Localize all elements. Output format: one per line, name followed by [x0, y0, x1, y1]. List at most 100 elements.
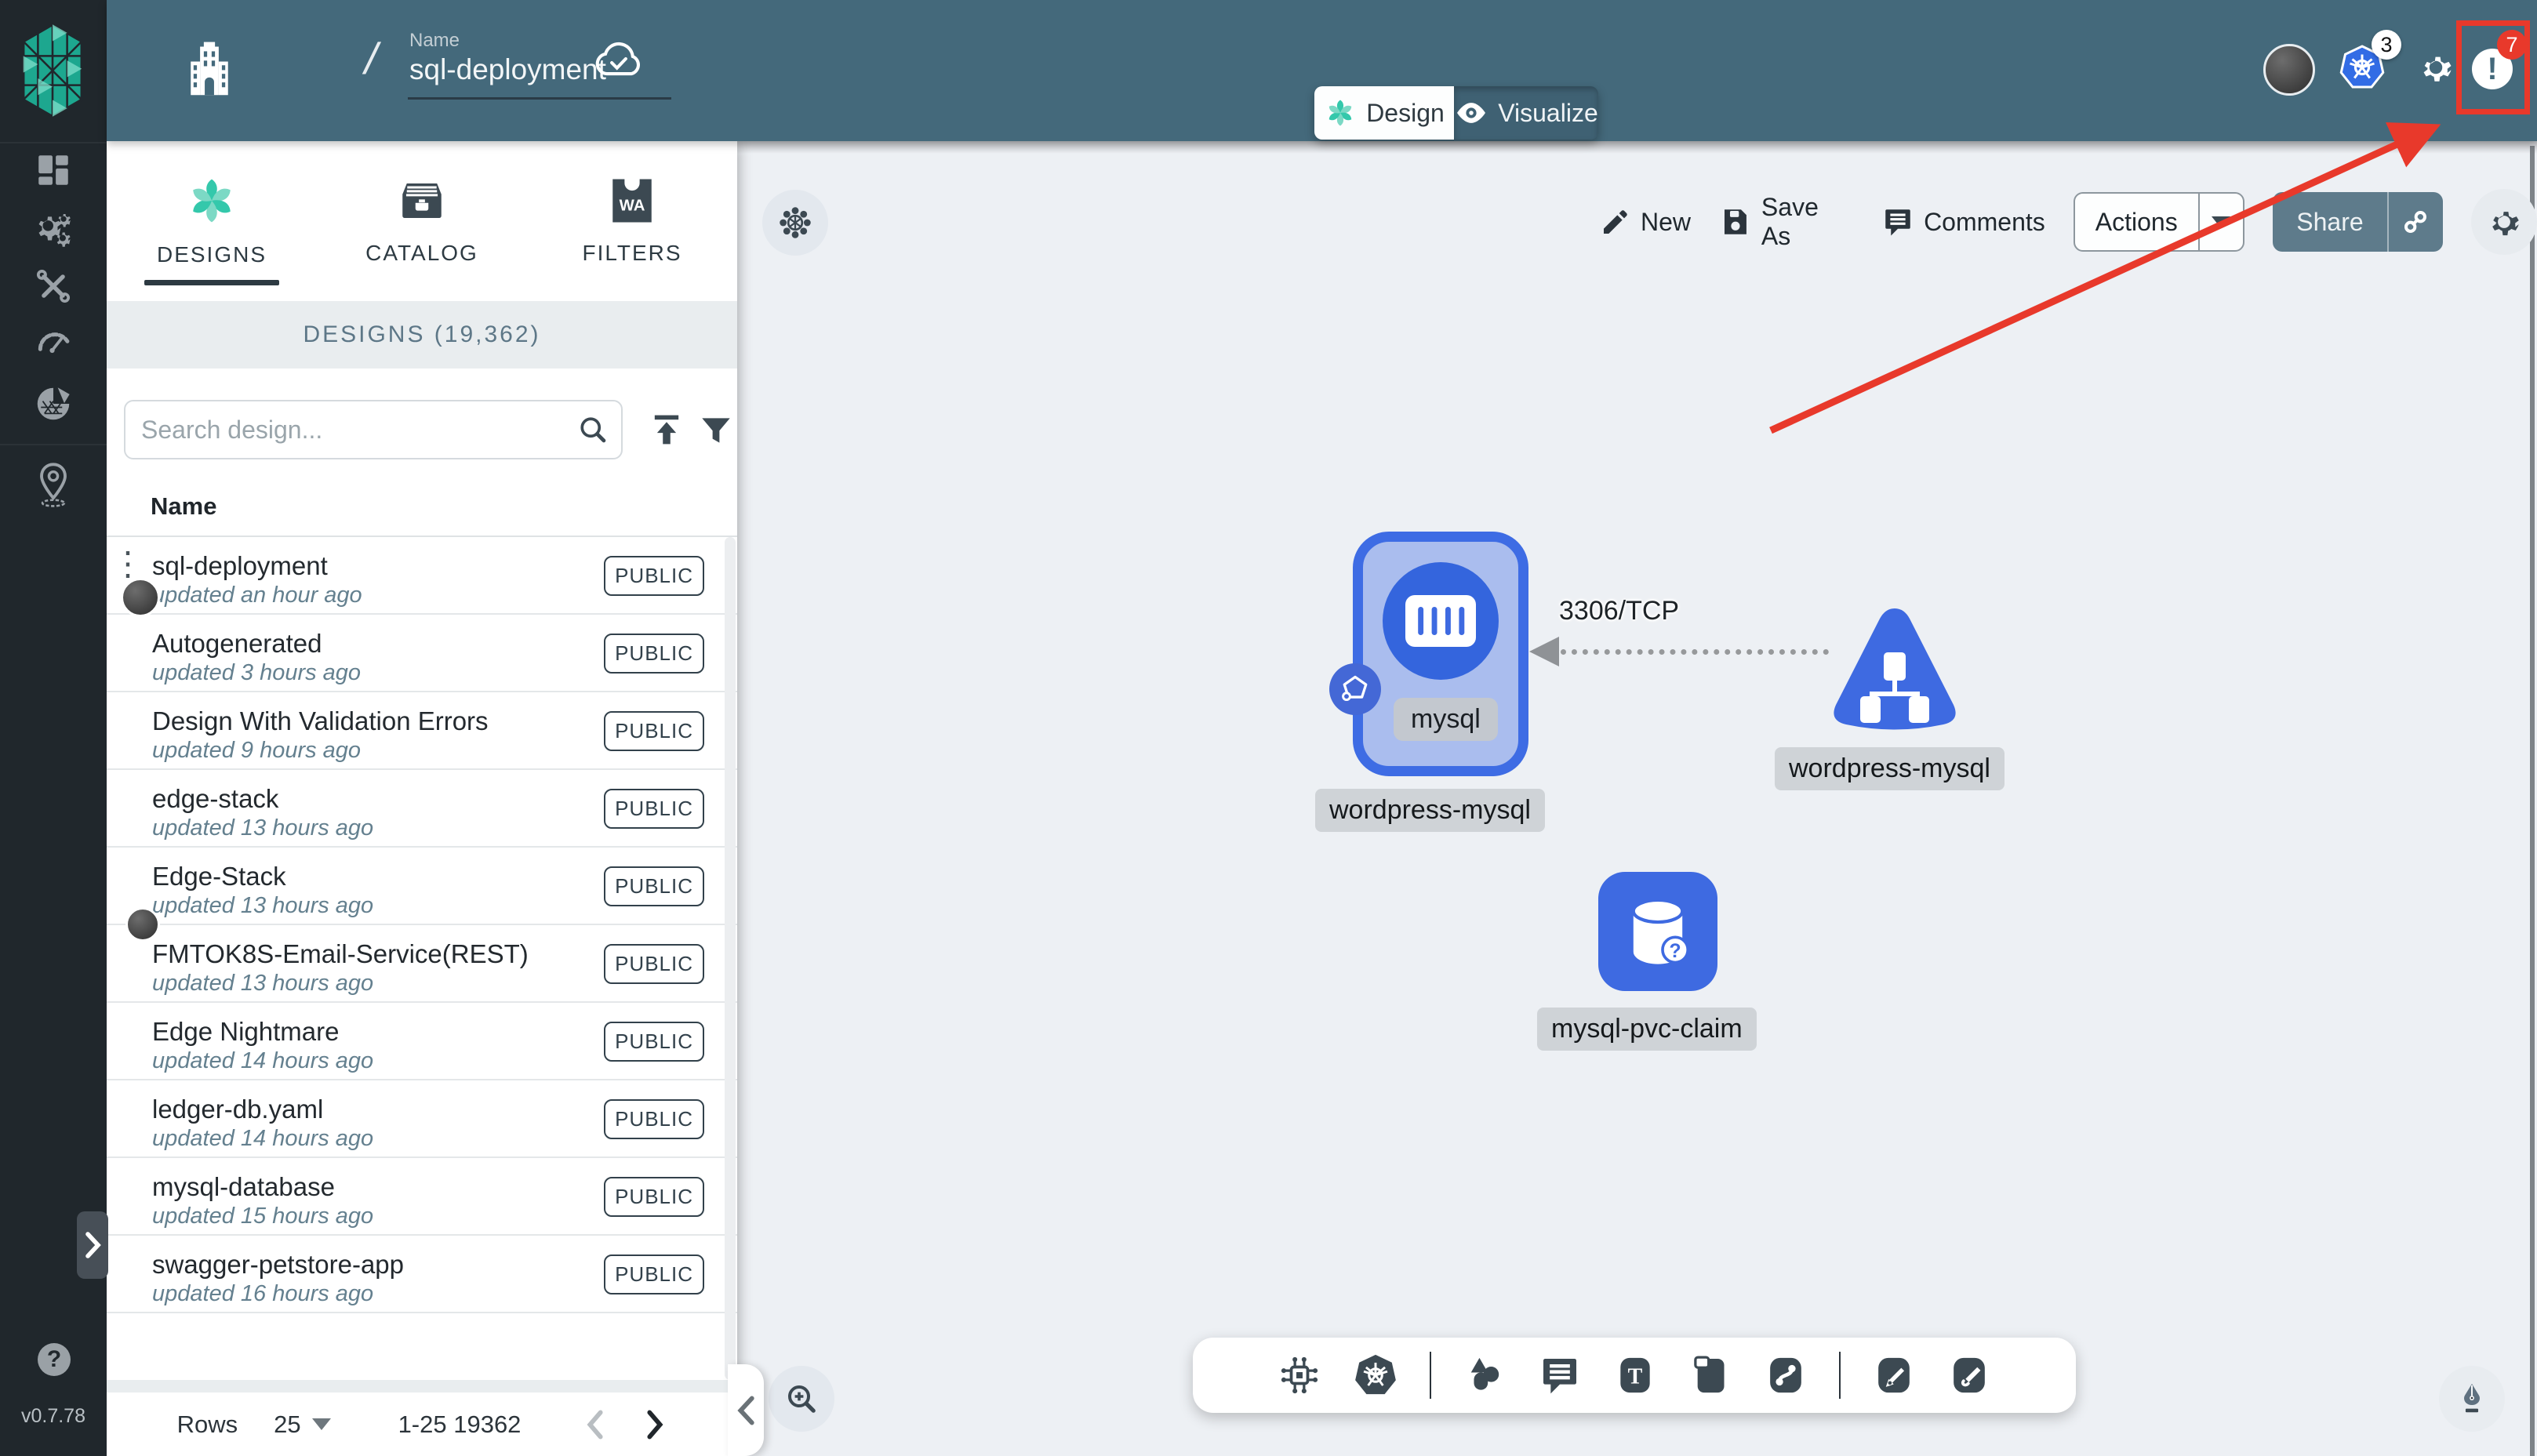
design-list-row[interactable]: Design With Validation Errors updated 9 … — [107, 692, 737, 770]
meshsync-button[interactable] — [762, 190, 828, 256]
kebab-menu-icon[interactable]: ⋮ — [111, 546, 144, 579]
text-tool-icon[interactable]: T — [1613, 1353, 1657, 1397]
kubernetes-wheel-icon[interactable] — [1353, 1353, 1398, 1398]
service-node-label: wordpress-mysql — [1775, 747, 2005, 790]
freehand-draw-tool-icon[interactable] — [1947, 1353, 1991, 1397]
chevron-right-icon — [85, 1232, 101, 1258]
prev-page-button[interactable] — [583, 1409, 607, 1440]
new-button[interactable]: New — [1600, 206, 1691, 238]
settings-gear-button[interactable] — [2415, 47, 2456, 88]
cloud-save-icon[interactable] — [593, 36, 645, 82]
search-icon[interactable] — [576, 412, 610, 447]
design-list-row[interactable]: ledger-db.yaml updated 14 hours ago PUBL… — [107, 1080, 737, 1158]
comments-button[interactable]: Comments — [1881, 205, 2045, 238]
design-list-row[interactable]: Edge-Stack updated 13 hours ago PUBLIC — [107, 848, 737, 942]
design-updated: updated 14 hours ago — [152, 1126, 374, 1151]
circuit-component-icon[interactable] — [1278, 1353, 1321, 1397]
design-name[interactable]: sql-deployment — [152, 551, 328, 581]
design-name[interactable]: Edge-Stack — [152, 862, 286, 891]
performance-gauge-icon[interactable] — [34, 323, 73, 362]
filter-funnel-icon[interactable] — [696, 411, 736, 450]
svg-text:?: ? — [1670, 941, 1681, 962]
note-tool-icon[interactable] — [1688, 1353, 1732, 1397]
dashboard-icon[interactable] — [34, 151, 73, 190]
owner-avatar[interactable] — [121, 578, 160, 617]
design-list-row[interactable]: ⋮ sql-deployment updated an hour ago PUB… — [107, 537, 737, 617]
actions-dropdown-button[interactable] — [2197, 194, 2244, 250]
edge-port-label: 3306/TCP — [1559, 596, 1680, 626]
help-button[interactable]: ? — [38, 1343, 71, 1376]
design-list-row[interactable]: Autogenerated updated 3 hours ago PUBLIC — [107, 615, 737, 692]
design-name-input[interactable]: sql-deployment — [409, 53, 606, 86]
collapse-panel-button[interactable] — [728, 1364, 764, 1456]
design-updated: updated 13 hours ago — [152, 971, 374, 996]
design-pen-button[interactable] — [2439, 1366, 2505, 1432]
lifecycle-gears-icon[interactable] — [32, 209, 75, 251]
link-tool-icon[interactable] — [1764, 1353, 1808, 1397]
comment-tool-icon[interactable] — [1538, 1353, 1582, 1397]
pentagon-badge-icon[interactable] — [1329, 663, 1381, 715]
design-list-row[interactable]: edge-stack updated 13 hours ago PUBLIC — [107, 770, 737, 848]
container-label: mysql — [1394, 698, 1498, 741]
eye-icon — [1457, 103, 1486, 123]
rows-per-page-select[interactable]: 25 — [274, 1411, 331, 1439]
tab-design[interactable]: Design — [1314, 86, 1454, 140]
breadcrumb-separator: / — [360, 34, 383, 83]
search-input[interactable] — [125, 415, 576, 445]
design-name[interactable]: swagger-petstore-app — [152, 1250, 404, 1280]
pvc-node[interactable]: ? — [1598, 872, 1717, 991]
service-node[interactable] — [1826, 604, 1964, 743]
design-list-row[interactable]: swagger-petstore-app updated 16 hours ag… — [107, 1236, 737, 1313]
design-name[interactable]: mysql-database — [152, 1172, 335, 1202]
organization-building-icon[interactable] — [185, 39, 234, 99]
share-button[interactable]: Share — [2273, 192, 2444, 252]
zoom-in-button[interactable] — [769, 1366, 834, 1432]
design-name[interactable]: ledger-db.yaml — [152, 1095, 323, 1124]
version-label: v0.7.78 — [20, 1405, 85, 1427]
tab-catalog[interactable]: CATALOG — [317, 141, 527, 300]
draw-edge-tool-icon[interactable] — [1872, 1353, 1916, 1397]
visibility-badge: PUBLIC — [604, 866, 704, 906]
shapes-icon[interactable] — [1463, 1353, 1507, 1397]
actions-button[interactable]: Actions — [2073, 192, 2245, 252]
list-scrollbar[interactable] — [725, 537, 736, 1380]
extensions-mesh-icon[interactable] — [32, 383, 75, 425]
pencil-icon — [1604, 210, 1627, 234]
edge-connection[interactable] — [1561, 649, 1829, 655]
configuration-tools-icon[interactable] — [34, 267, 73, 306]
link-icon — [2404, 210, 2427, 233]
canvas-scrollbar[interactable] — [2530, 146, 2535, 1456]
design-updated: updated 15 hours ago — [152, 1204, 374, 1229]
pen-nib-icon — [2464, 1383, 2480, 1413]
design-updated: updated an hour ago — [152, 583, 362, 608]
save-as-button[interactable]: Save As — [1719, 193, 1853, 251]
meshery-logo[interactable] — [19, 22, 86, 119]
design-list-row[interactable]: FMTOK8S-Email-Service(REST) updated 13 h… — [107, 925, 737, 1003]
design-name[interactable]: edge-stack — [152, 784, 278, 814]
context-count-badge: 3 — [2372, 30, 2401, 60]
design-name[interactable]: Edge Nightmare — [152, 1017, 339, 1047]
import-design-icon[interactable] — [646, 409, 687, 450]
wasm-filters-icon: WA — [612, 179, 652, 223]
kanvas-pin-icon[interactable] — [33, 461, 74, 508]
design-search-box[interactable] — [124, 400, 623, 459]
expand-sidebar-button[interactable] — [77, 1211, 108, 1279]
tab-filters[interactable]: WA FILTERS — [527, 141, 737, 300]
page-range: 1-25 19362 — [398, 1410, 522, 1438]
copy-link-button[interactable] — [2386, 192, 2444, 252]
tab-visualize[interactable]: Visualize — [1454, 86, 1598, 140]
design-canvas[interactable] — [734, 141, 2537, 1456]
canvas-settings-button[interactable] — [2471, 189, 2537, 255]
tab-designs[interactable]: DESIGNS — [107, 141, 317, 300]
design-list-row[interactable]: Edge Nightmare updated 14 hours ago PUBL… — [107, 1003, 737, 1080]
design-name[interactable]: FMTOK8S-Email-Service(REST) — [152, 939, 529, 969]
container-node[interactable] — [1383, 562, 1499, 680]
design-list-row[interactable]: mysql-database updated 15 hours ago PUBL… — [107, 1158, 737, 1236]
visibility-badge: PUBLIC — [604, 944, 704, 984]
user-avatar[interactable] — [2263, 44, 2315, 96]
design-updated: updated 9 hours ago — [152, 738, 362, 763]
next-page-button[interactable] — [643, 1409, 667, 1440]
design-name[interactable]: Design With Validation Errors — [152, 706, 489, 736]
design-updated: updated 3 hours ago — [152, 660, 362, 685]
design-name[interactable]: Autogenerated — [152, 629, 322, 659]
